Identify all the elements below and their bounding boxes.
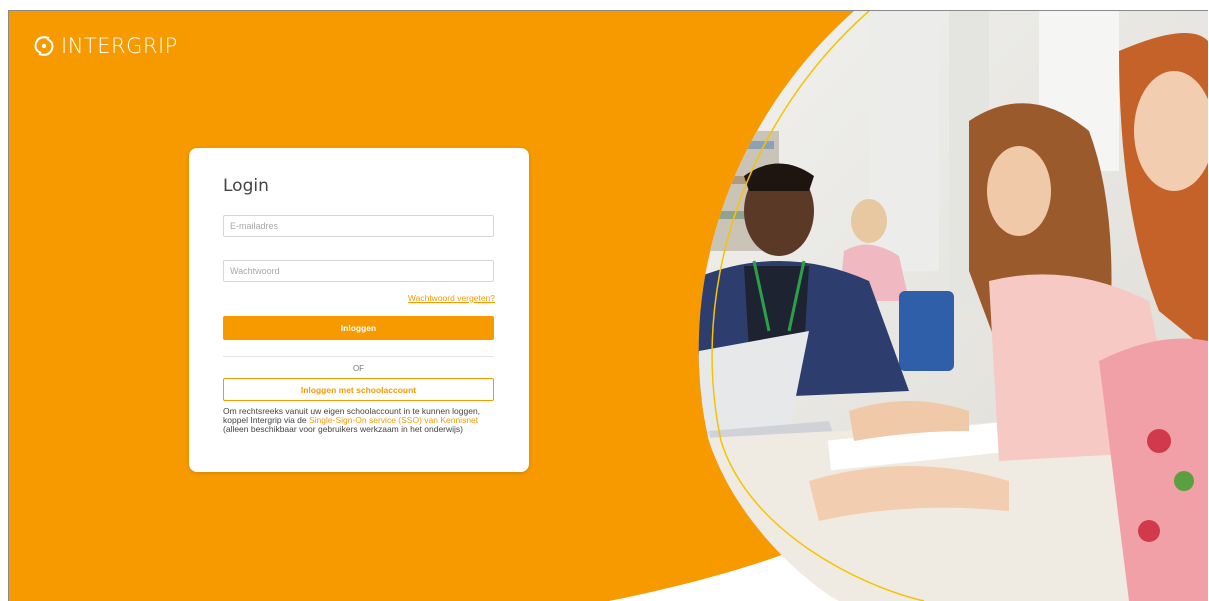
- divider: [223, 356, 494, 357]
- password-field[interactable]: [223, 260, 494, 282]
- sso-info-text: Om rechtsreeks vanuit uw eigen schoolacc…: [223, 407, 491, 434]
- brand-logo[interactable]: INTERGRIP: [31, 33, 178, 59]
- login-title: Login: [223, 176, 269, 196]
- school-account-login-button[interactable]: Inloggen met schoolaccount: [223, 378, 494, 401]
- forgot-password-link[interactable]: Wachtwoord vergeten?: [408, 293, 495, 303]
- login-card: Login Wachtwoord vergeten? Inloggen OF I…: [189, 148, 529, 472]
- brand-name: INTERGRIP: [61, 34, 178, 58]
- info-text-after: (alleen beschikbaar voor gebruikers werk…: [223, 424, 464, 434]
- email-field[interactable]: [223, 215, 494, 237]
- intergrip-logo-icon: [34, 36, 54, 56]
- page-background: INTERGRIP Login Wachtwoord vergeten? Inl…: [8, 10, 1208, 601]
- or-label: OF: [352, 364, 365, 373]
- login-button[interactable]: Inloggen: [223, 316, 494, 340]
